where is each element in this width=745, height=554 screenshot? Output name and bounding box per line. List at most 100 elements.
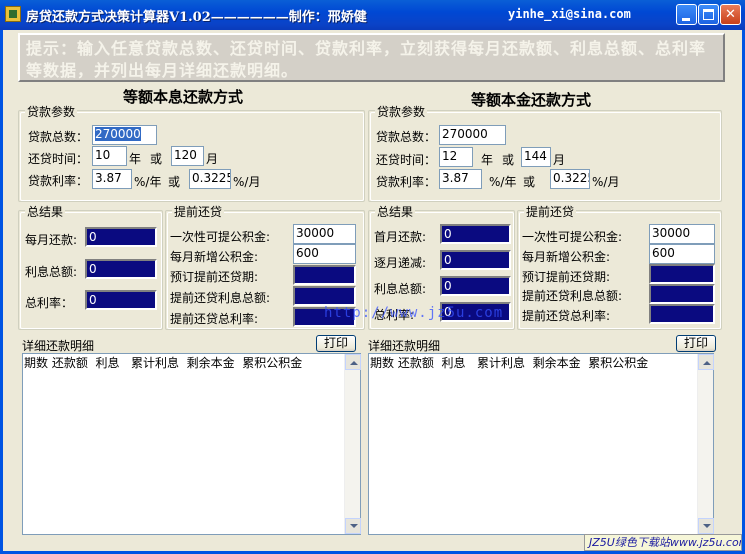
- scroll-up-icon[interactable]: [698, 354, 714, 370]
- right-expected-period-output: [649, 264, 715, 284]
- right-rate-label: 贷款利率：: [376, 175, 437, 189]
- left-years-unit: 年: [129, 152, 142, 166]
- right-detail-scrollbar[interactable]: [697, 354, 714, 534]
- left-detail-caption: 详细还款明细: [22, 339, 95, 353]
- left-years-input[interactable]: 10: [92, 146, 127, 166]
- right-lump-label: 一次性可提公积金:: [522, 230, 623, 244]
- watermark-text: http://www.jz5u.com: [324, 305, 504, 321]
- right-monthly-add-label: 每月新增公积金:: [522, 250, 611, 264]
- left-term-label: 还贷时间：: [28, 152, 89, 166]
- right-total-interest-output: 0: [440, 276, 511, 296]
- right-principal-input[interactable]: 270000: [439, 125, 506, 145]
- right-monthly-rate-unit: %/月: [592, 175, 620, 189]
- left-col-remaining: 剩余本金: [186, 356, 235, 370]
- close-button[interactable]: ✕: [720, 4, 741, 25]
- left-monthly-rate-unit: %/月: [233, 175, 261, 189]
- left-annual-rate-unit: %/年: [134, 175, 162, 189]
- right-first-payment-output: 0: [440, 224, 511, 244]
- left-detail-header: 期数 还款额 利息 累计利息 剩余本金 累积公积金: [24, 354, 302, 371]
- right-params-caption: 贷款参数: [375, 103, 428, 120]
- right-col-period: 期数: [370, 356, 395, 370]
- right-print-button[interactable]: 打印: [676, 335, 716, 352]
- right-summary-caption: 总结果: [375, 203, 416, 220]
- site-badge: JZ5U绿色下载站www.jz5u.com: [584, 534, 742, 551]
- left-col-period: 期数: [24, 356, 49, 370]
- left-lump-label: 一次性可提公积金:: [170, 230, 271, 244]
- right-prepay-total-rate-label: 提前还贷总利率:: [522, 309, 611, 323]
- right-col-cum-interest: 累计利息: [476, 356, 525, 370]
- left-print-button[interactable]: 打印: [316, 335, 356, 352]
- left-params-caption: 贷款参数: [25, 103, 78, 120]
- right-total-interest-label: 利息总额:: [374, 282, 427, 296]
- left-prepay-total-rate-label: 提前还贷总利率:: [170, 312, 259, 326]
- left-lump-input[interactable]: 30000: [293, 224, 356, 244]
- left-monthly-payment-label: 每月还款:: [25, 233, 78, 247]
- left-annual-rate-input[interactable]: 3.87: [92, 169, 132, 189]
- left-prepay-interest-output: [293, 286, 356, 306]
- right-lump-input[interactable]: 30000: [649, 224, 715, 244]
- left-col-payment: 还款额: [51, 356, 88, 370]
- left-col-fund: 累积公积金: [242, 356, 303, 370]
- right-principal-label: 贷款总数：: [376, 130, 437, 144]
- right-years-input[interactable]: 12: [439, 147, 473, 167]
- minimize-icon: [682, 18, 690, 21]
- author-email: yinhe_xi@sina.com: [508, 7, 631, 21]
- right-col-payment: 还款额: [397, 356, 434, 370]
- left-heading: 等额本息还款方式: [123, 88, 244, 106]
- right-col-interest: 利息: [441, 356, 466, 370]
- left-rate-label: 贷款利率：: [28, 174, 89, 188]
- right-or-2: 或: [523, 175, 536, 189]
- right-annual-rate-unit: %/年: [489, 175, 517, 189]
- left-col-interest: 利息: [95, 356, 120, 370]
- left-col-cum-interest: 累计利息: [130, 356, 179, 370]
- left-months-unit: 月: [206, 152, 219, 166]
- right-months-input[interactable]: 144: [521, 147, 551, 167]
- right-detail-list[interactable]: 期数 还款额 利息 累计利息 剩余本金 累积公积金: [368, 353, 714, 535]
- left-detail-list[interactable]: 期数 还款额 利息 累计利息 剩余本金 累积公积金: [22, 353, 361, 535]
- hint-box: 提示：输入任意贷款总数、还贷时间、贷款利率，立刻获得每月还款额、利息总额、总利率…: [18, 33, 725, 82]
- minimize-button[interactable]: [676, 4, 697, 25]
- right-prepay-interest-label: 提前还贷利息总额:: [522, 289, 623, 303]
- left-or-2: 或: [168, 175, 181, 189]
- left-total-rate-label: 总利率：: [25, 296, 74, 310]
- right-heading: 等额本金还款方式: [471, 91, 592, 109]
- right-monthly-decrease-label: 逐月递减:: [374, 256, 427, 270]
- scroll-down-icon[interactable]: [345, 518, 361, 534]
- left-detail-scrollbar[interactable]: [344, 354, 361, 534]
- right-annual-rate-input[interactable]: 3.87: [439, 169, 482, 189]
- maximize-button[interactable]: [698, 4, 719, 25]
- left-months-input[interactable]: 120: [171, 146, 204, 166]
- right-expected-period-label: 预订提前还贷期:: [522, 270, 611, 284]
- left-monthly-rate-input[interactable]: 0.3225: [189, 169, 231, 189]
- title-bar[interactable]: 房贷还款方式决策计算器V1.02——————制作：邢娇健 yinhe_xi@si…: [0, 0, 745, 30]
- right-col-remaining: 剩余本金: [532, 356, 581, 370]
- right-prepay-caption: 提前还贷: [524, 203, 577, 220]
- left-total-rate-output: 0: [85, 290, 157, 310]
- right-prepay-interest-output: [649, 284, 715, 304]
- left-expected-period-label: 预订提前还贷期:: [170, 270, 259, 284]
- left-summary-caption: 总结果: [25, 203, 66, 220]
- app-icon: [5, 6, 21, 22]
- left-monthly-add-input[interactable]: 600: [293, 244, 356, 264]
- right-term-label: 还贷时间：: [376, 153, 437, 167]
- right-monthly-rate-input[interactable]: 0.3225: [550, 169, 590, 189]
- app-window: 房贷还款方式决策计算器V1.02——————制作：邢娇健 yinhe_xi@si…: [0, 0, 745, 554]
- scroll-up-icon[interactable]: [345, 354, 361, 370]
- right-detail-header: 期数 还款额 利息 累计利息 剩余本金 累积公积金: [370, 354, 648, 371]
- close-icon: ✕: [725, 7, 736, 22]
- right-prepay-total-rate-output: [649, 304, 715, 324]
- left-total-interest-label: 利息总额:: [25, 265, 78, 279]
- scroll-down-icon[interactable]: [698, 518, 714, 534]
- left-or-1: 或: [150, 152, 163, 166]
- left-principal-input[interactable]: 270000: [92, 125, 157, 145]
- right-or-1: 或: [502, 153, 515, 167]
- window-title: 房贷还款方式决策计算器V1.02——————制作：邢娇健: [26, 10, 367, 25]
- right-monthly-decrease-output: 0: [440, 250, 511, 270]
- left-expected-period-output: [293, 265, 356, 285]
- right-months-unit: 月: [553, 153, 566, 167]
- right-monthly-add-input[interactable]: 600: [649, 244, 715, 264]
- left-monthly-add-label: 每月新增公积金:: [170, 250, 259, 264]
- right-years-unit: 年: [481, 153, 494, 167]
- right-col-fund: 累积公积金: [588, 356, 649, 370]
- right-first-payment-label: 首月还款:: [374, 230, 427, 244]
